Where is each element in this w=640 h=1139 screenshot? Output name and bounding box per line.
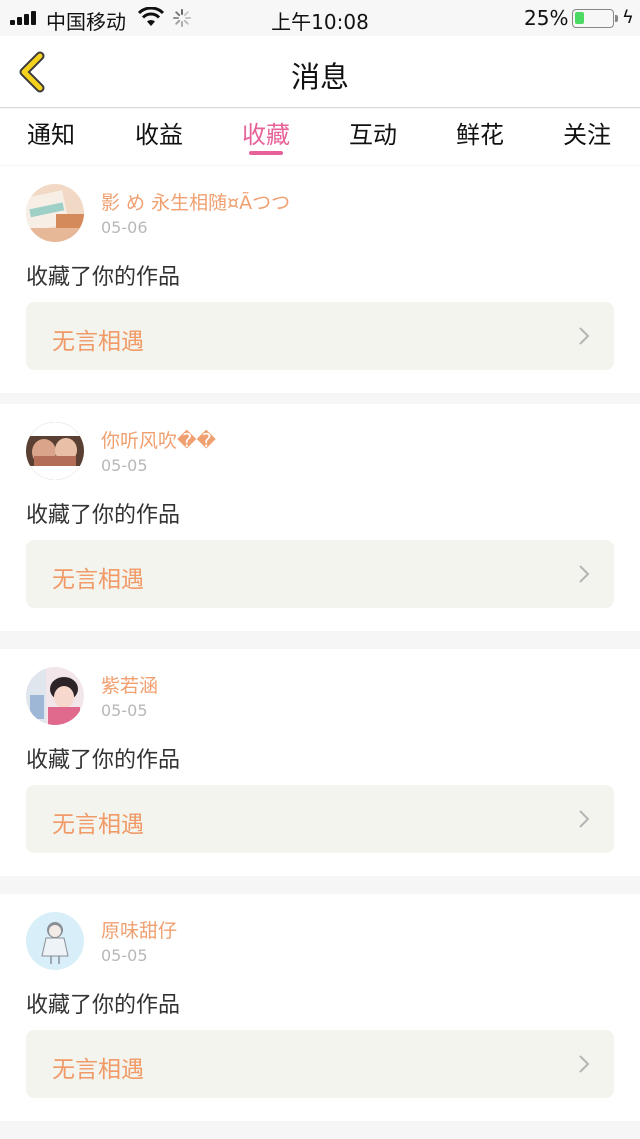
username[interactable]: 你听风吹��	[101, 426, 216, 453]
notification-action: 收藏了你的作品	[26, 265, 181, 290]
avatar[interactable]	[26, 422, 84, 480]
battery-tip	[615, 15, 618, 22]
notification-card: 影 め 永生相随¤Ãつつ 05-06 收藏了你的作品 无言相遇	[0, 166, 640, 393]
username[interactable]: 原味甜仔	[101, 916, 177, 943]
tab-earnings[interactable]: 收益	[119, 115, 199, 150]
notification-action: 收藏了你的作品	[26, 503, 181, 528]
battery-level	[575, 12, 584, 24]
tab-notice[interactable]: 通知	[11, 115, 91, 150]
battery-icon	[572, 9, 614, 28]
notification-date: 05-05	[101, 701, 148, 720]
notification-action: 收藏了你的作品	[26, 993, 181, 1018]
active-tab-indicator	[249, 151, 283, 155]
avatar[interactable]	[26, 912, 84, 970]
work-title: 无言相遇	[52, 812, 144, 838]
status-bar: 中国移动 上午10:08 25% ϟ	[0, 0, 640, 36]
charging-bolt-icon: ϟ	[622, 7, 634, 28]
work-title: 无言相遇	[52, 1057, 144, 1083]
avatar[interactable]	[26, 184, 84, 242]
chevron-right-icon	[579, 1055, 590, 1073]
tab-following[interactable]: 关注	[547, 115, 627, 150]
chevron-right-icon	[579, 327, 590, 345]
tab-interactions[interactable]: 互动	[333, 115, 413, 150]
notification-card: 紫若涵 05-05 收藏了你的作品 无言相遇	[0, 649, 640, 876]
notification-date: 05-05	[101, 456, 148, 475]
notification-date: 05-05	[101, 946, 148, 965]
work-link[interactable]: 无言相遇	[26, 302, 614, 370]
work-title: 无言相遇	[52, 567, 144, 593]
navigation-bar: 消息	[0, 36, 640, 108]
username[interactable]: 紫若涵	[101, 671, 158, 698]
notification-card: 你听风吹�� 05-05 收藏了你的作品 无言相遇	[0, 404, 640, 631]
battery-percent: 25%	[524, 6, 569, 30]
notification-date: 05-06	[101, 218, 148, 237]
work-link[interactable]: 无言相遇	[26, 540, 614, 608]
chevron-right-icon	[579, 565, 590, 583]
tab-favorites[interactable]: 收藏	[226, 115, 306, 150]
notification-action: 收藏了你的作品	[26, 748, 181, 773]
avatar[interactable]	[26, 667, 84, 725]
message-tabs: 通知 收益 收藏 互动 鲜花 关注	[0, 109, 640, 165]
chevron-right-icon	[579, 810, 590, 828]
username[interactable]: 影 め 永生相随¤Ãつつ	[101, 188, 290, 215]
notification-card: 原味甜仔 05-05 收藏了你的作品 无言相遇	[0, 894, 640, 1121]
tab-flowers[interactable]: 鲜花	[440, 115, 520, 150]
work-link[interactable]: 无言相遇	[26, 1030, 614, 1098]
work-title: 无言相遇	[52, 329, 144, 355]
page-title: 消息	[290, 60, 349, 94]
work-link[interactable]: 无言相遇	[26, 785, 614, 853]
